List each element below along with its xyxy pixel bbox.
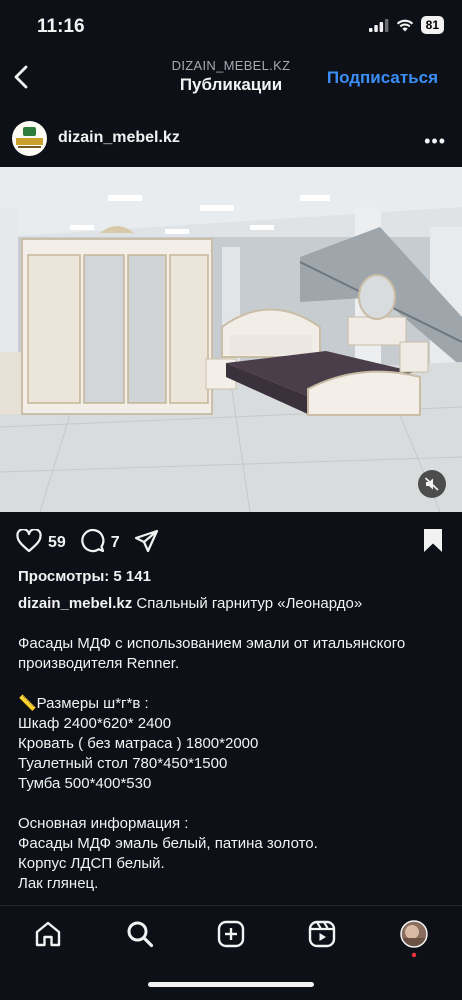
nav-reels[interactable]: [308, 920, 336, 953]
signal-icon: [368, 18, 389, 32]
reels-icon: [308, 920, 336, 948]
profile-avatar: [400, 920, 428, 958]
bedroom-photo: [0, 167, 462, 512]
nav-profile[interactable]: [400, 920, 428, 965]
create-icon: [217, 920, 245, 948]
caption-line: производителя Renner.: [18, 655, 180, 672]
notification-dot: [411, 952, 417, 958]
follow-button[interactable]: Подписаться: [327, 68, 438, 88]
caption-line: Шкаф 2400*620* 2400: [18, 715, 172, 732]
battery-indicator: 81: [420, 16, 444, 34]
status-time: 11:16: [37, 16, 85, 37]
post-caption: dizain_mebel.kz Спальный гарнитур «Леона…: [18, 594, 448, 894]
view-count: Просмотры: 5 141: [18, 568, 151, 585]
save-button[interactable]: [422, 528, 444, 558]
heart-icon: [16, 527, 42, 552]
mute-button[interactable]: [418, 470, 446, 498]
caption-line: 📏Размеры ш*г*в :: [18, 695, 149, 712]
post-media[interactable]: [0, 167, 462, 512]
post-username[interactable]: dizain_mebel.kz: [58, 129, 180, 147]
like-button[interactable]: [16, 527, 42, 558]
comment-count[interactable]: 7: [111, 534, 120, 552]
caption-line: [18, 674, 448, 694]
mute-icon: [424, 477, 439, 491]
caption-line: [18, 794, 448, 814]
bookmark-icon: [424, 529, 442, 552]
more-icon: •••: [424, 131, 446, 151]
more-button[interactable]: •••: [424, 131, 446, 152]
home-indicator: [148, 982, 314, 987]
caption-line: Тумба 500*400*530: [18, 775, 152, 792]
comment-button[interactable]: [80, 528, 105, 558]
caption-line: Основная информация :: [18, 815, 189, 832]
share-button[interactable]: [134, 529, 159, 558]
status-indicators: 81: [368, 16, 444, 34]
nav-home[interactable]: [34, 920, 62, 953]
like-count[interactable]: 59: [48, 534, 66, 552]
nav-search[interactable]: [126, 920, 154, 953]
caption-username[interactable]: dizain_mebel.kz: [18, 595, 132, 612]
caption-line: Кровать ( без матраса ) 1800*2000: [18, 735, 259, 752]
search-icon: [127, 921, 154, 948]
caption-title: Спальный гарнитур «Леонардо»: [136, 595, 363, 612]
nav-create[interactable]: [217, 920, 245, 953]
action-row: 59 7: [16, 527, 159, 558]
caption-line: Фасады МДФ эмаль белый, патина золото.: [18, 835, 318, 852]
caption-line: Туалетный стол 780*450*1500: [18, 755, 228, 772]
account-avatar[interactable]: [12, 121, 47, 156]
caption-line: [18, 614, 448, 634]
caption-line: Корпус ЛДСП белый.: [18, 855, 165, 872]
home-icon: [35, 921, 61, 947]
logo-icon: [12, 121, 47, 156]
comment-icon: [81, 528, 105, 553]
wifi-icon: [396, 19, 413, 31]
share-icon: [134, 529, 158, 552]
caption-line: Фасады МДФ с использованием эмали от ита…: [18, 635, 406, 652]
caption-line: Лак глянец.: [18, 875, 99, 892]
